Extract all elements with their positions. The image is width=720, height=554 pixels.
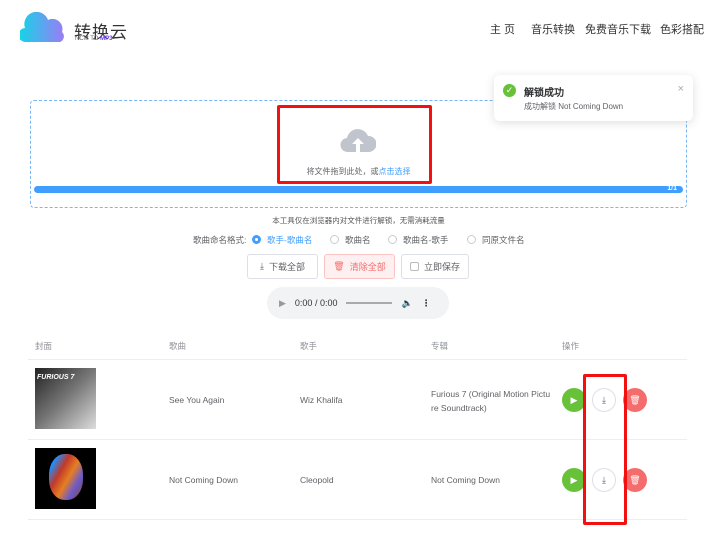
artist-name: Wiz Khalifa bbox=[300, 395, 343, 405]
nav-free-download[interactable]: 免费音乐下载 bbox=[585, 21, 651, 37]
logo-subtitle: NCM TO MP3 bbox=[75, 36, 113, 42]
audio-seek-bar[interactable] bbox=[346, 302, 393, 304]
toast-notification: ✓ 解锁成功 成功解锁 Not Coming Down × bbox=[494, 75, 693, 121]
highlight-box-upload bbox=[277, 105, 432, 184]
artist-name: Cleopold bbox=[300, 475, 334, 485]
album-name: Not Coming Down bbox=[431, 475, 500, 485]
toast-title: 解锁成功 bbox=[524, 88, 564, 99]
play-icon[interactable]: ▶ bbox=[279, 298, 286, 309]
header-album: 专辑 bbox=[431, 341, 449, 351]
radio-artist-song[interactable]: 歌手-歌曲名 bbox=[252, 234, 312, 246]
nav-home[interactable]: 主 页 bbox=[490, 21, 515, 37]
audio-player[interactable]: ▶ 0:00 / 0:00 🔈 ⋮ bbox=[267, 287, 449, 319]
header-song: 歌曲 bbox=[169, 341, 187, 351]
privacy-note: 本工具仅在浏览器内对文件进行解锁，无需消耗流量 bbox=[272, 216, 445, 225]
more-options-icon[interactable]: ⋮ bbox=[422, 298, 431, 309]
trash-icon: 🗑 bbox=[333, 261, 345, 271]
toast-message: 成功解锁 Not Coming Down bbox=[524, 102, 624, 111]
logo-icon bbox=[20, 12, 64, 42]
header-actions: 操作 bbox=[562, 341, 580, 351]
song-title: Not Coming Down bbox=[169, 475, 238, 485]
download-icon: ⤓ bbox=[260, 261, 264, 271]
upload-progress-bar: 1/1 bbox=[34, 185, 683, 193]
radio-original-filename[interactable]: 同原文件名 bbox=[467, 234, 525, 246]
album-name: Furious 7 (Original Motion Picture Sound… bbox=[431, 389, 551, 413]
radio-song[interactable]: 歌曲名 bbox=[330, 234, 371, 246]
download-all-button[interactable]: ⤓ 下载全部 bbox=[247, 254, 318, 279]
check-circle-icon: ✓ bbox=[503, 84, 516, 97]
header-artist: 歌手 bbox=[300, 341, 318, 351]
album-cover: FURIOUS 7 bbox=[35, 368, 96, 429]
volume-icon[interactable]: 🔈 bbox=[401, 298, 412, 309]
clear-all-button[interactable]: 🗑 清除全部 bbox=[324, 254, 395, 279]
radio-song-artist[interactable]: 歌曲名-歌手 bbox=[388, 234, 448, 246]
header-cover: 封面 bbox=[35, 341, 53, 351]
save-now-checkbox[interactable]: 立即保存 bbox=[401, 254, 469, 279]
progress-label: 1/1 bbox=[667, 185, 677, 192]
close-icon[interactable]: × bbox=[678, 83, 684, 95]
audio-time: 0:00 / 0:00 bbox=[294, 298, 338, 308]
highlight-box-download bbox=[583, 374, 627, 525]
song-title: See You Again bbox=[169, 395, 225, 405]
divider bbox=[28, 359, 687, 360]
nav-color-match[interactable]: 色彩搭配 bbox=[660, 21, 704, 37]
naming-label: 歌曲命名格式: bbox=[193, 235, 247, 245]
album-cover bbox=[35, 448, 96, 509]
nav-music-convert[interactable]: 音乐转换 bbox=[531, 21, 575, 37]
